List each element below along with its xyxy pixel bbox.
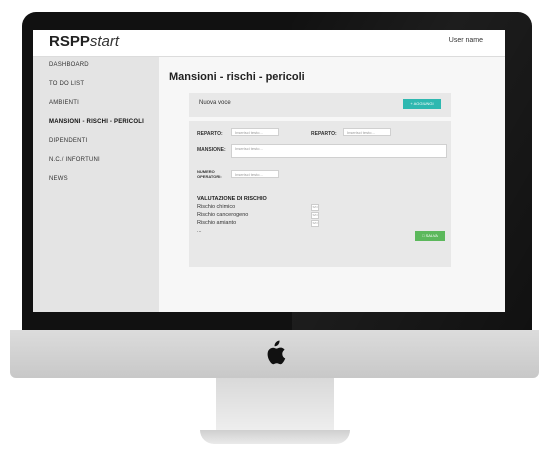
reparto-input-2[interactable]: Inserisci testo... <box>343 128 391 136</box>
page-title: Mansioni - rischi - pericoli <box>169 71 305 83</box>
monitor-frame: RSPPstart User name DASHBOARD TO DO LIST… <box>22 12 532 332</box>
sidebar: DASHBOARD TO DO LIST AMBIENTI MANSIONI -… <box>33 57 159 312</box>
brand-logo[interactable]: RSPPstart <box>49 33 119 51</box>
numero-operatori-label: NUMERO OPERATORI: <box>197 169 222 179</box>
save-button[interactable]: □ SALVA <box>415 231 445 241</box>
user-name[interactable]: User name <box>449 37 483 44</box>
risk-checkbox[interactable]: S/N <box>311 212 319 219</box>
sidebar-item-mansioni[interactable]: MANSIONI - RISCHI - PERICOLI <box>49 119 144 125</box>
new-entry-label: Nuova voce <box>199 100 231 106</box>
sidebar-item-infortuni[interactable]: N.C./ INFORTUNI <box>49 157 100 163</box>
sidebar-item-ambienti[interactable]: AMBIENTI <box>49 100 79 106</box>
sidebar-item-todo[interactable]: TO DO LIST <box>49 81 84 87</box>
reparto-label-2: REPARTO: <box>311 131 337 137</box>
valutazione-title: VALUTAZIONE DI RISCHIO <box>197 196 267 202</box>
monitor-chin <box>10 330 539 378</box>
reparto-label: REPARTO: <box>197 131 223 137</box>
risk-item: ... <box>197 228 202 234</box>
monitor-stand <box>216 378 334 436</box>
new-entry-panel: Nuova voce + AGGIUNGI <box>189 93 451 117</box>
top-bar: RSPPstart User name <box>33 30 505 57</box>
screen: RSPPstart User name DASHBOARD TO DO LIST… <box>33 30 505 312</box>
main-content: Mansioni - rischi - pericoli Nuova voce … <box>159 57 505 312</box>
numero-operatori-input[interactable]: Inserisci testo... <box>231 170 279 178</box>
risk-item: Rischio chimico <box>197 204 236 210</box>
reparto-input[interactable]: Inserisci testo... <box>231 128 279 136</box>
risk-checkbox[interactable]: S/N <box>311 204 319 211</box>
sidebar-item-dashboard[interactable]: DASHBOARD <box>49 62 89 68</box>
apple-logo-icon <box>267 340 286 365</box>
monitor-base <box>200 430 350 444</box>
risk-checkbox[interactable]: S/N <box>311 220 319 227</box>
mansione-input[interactable]: Inserisci testo... <box>231 144 447 158</box>
risk-item: Rischio cancerogeno <box>197 212 249 218</box>
sidebar-item-news[interactable]: NEWS <box>49 176 68 182</box>
form-panel: REPARTO: Inserisci testo... REPARTO: Ins… <box>189 121 451 267</box>
sidebar-item-dipendenti[interactable]: DIPENDENTI <box>49 138 87 144</box>
add-button[interactable]: + AGGIUNGI <box>403 99 441 109</box>
mansione-label: MANSIONE: <box>197 147 226 153</box>
risk-item: Rischio amianto <box>197 220 237 226</box>
